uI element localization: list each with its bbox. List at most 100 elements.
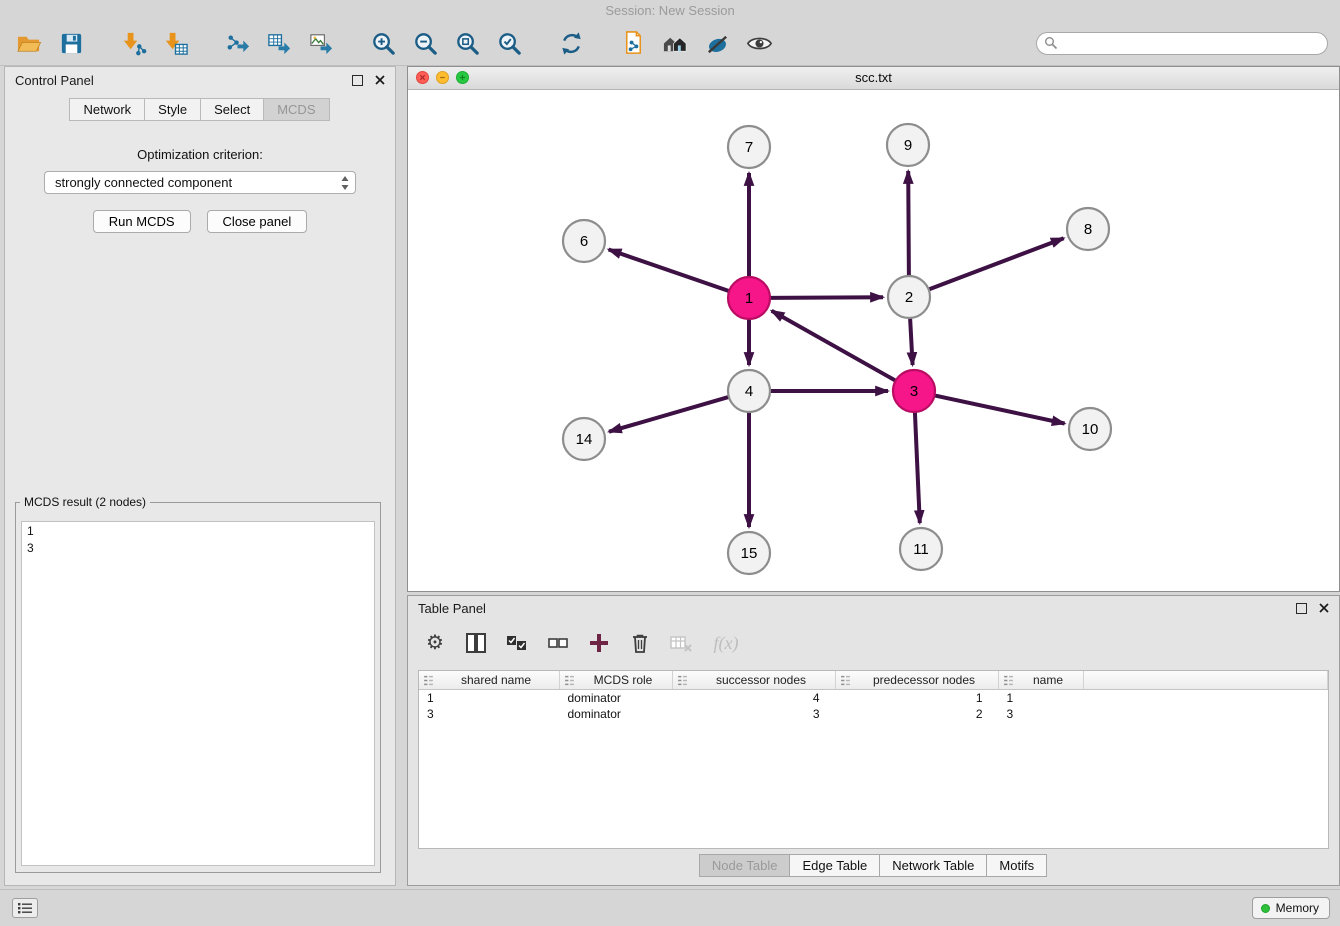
export-group — [220, 27, 338, 61]
column-header-filler — [1084, 671, 1328, 690]
show-graphics-details-button[interactable] — [742, 27, 776, 61]
run-mcds-button[interactable]: Run MCDS — [93, 210, 191, 233]
graph-edge-1-6[interactable] — [609, 250, 730, 292]
table-cell[interactable]: dominator — [560, 690, 673, 707]
graph-edge-4-14[interactable] — [609, 397, 729, 432]
annotations-button[interactable] — [700, 27, 734, 61]
table-cell[interactable]: 1 — [419, 690, 560, 707]
column-header-MCDS-role[interactable]: MCDS role — [560, 671, 673, 690]
import-network-button[interactable] — [116, 27, 150, 61]
delete-column-button[interactable] — [627, 630, 653, 656]
refresh-layout-button[interactable] — [554, 27, 588, 61]
column-header-predecessor-nodes[interactable]: predecessor nodes — [836, 671, 999, 690]
clear-selection-button[interactable] — [545, 630, 571, 656]
graph-node-15[interactable]: 15 — [728, 532, 770, 574]
graph-edge-3-11[interactable] — [915, 412, 920, 523]
graph-edge-3-1[interactable] — [772, 311, 896, 381]
graph-node-1[interactable]: 1 — [728, 277, 770, 319]
mcds-result-text[interactable]: 1 3 — [21, 521, 375, 866]
delete-table-button[interactable] — [668, 630, 694, 656]
close-table-panel-icon[interactable] — [1319, 603, 1329, 613]
share-document-button[interactable] — [616, 27, 650, 61]
column-header-shared-name[interactable]: shared name — [419, 671, 560, 690]
graph-node-7[interactable]: 7 — [728, 126, 770, 168]
gear-icon: ⚙ — [426, 631, 444, 655]
tab-style[interactable]: Style — [144, 98, 201, 121]
column-header-successor-nodes[interactable]: successor nodes — [673, 671, 836, 690]
graph-edge-2-3[interactable] — [910, 318, 913, 365]
maximize-window-button[interactable] — [456, 71, 469, 84]
table-cell[interactable]: 1 — [999, 690, 1084, 707]
table-row[interactable]: 3dominator323 — [419, 706, 1328, 722]
save-session-button[interactable] — [54, 27, 88, 61]
zoom-in-icon — [370, 30, 397, 57]
memory-button[interactable]: Memory — [1252, 897, 1330, 919]
graph-node-4[interactable]: 4 — [728, 370, 770, 412]
graph-node-3[interactable]: 3 — [893, 370, 935, 412]
graph-node-14[interactable]: 14 — [563, 418, 605, 460]
node-label: 9 — [904, 137, 912, 154]
search-input[interactable] — [1036, 32, 1328, 55]
zoom-group — [366, 27, 526, 61]
close-panel-button[interactable]: Close panel — [207, 210, 308, 233]
open-file-button[interactable] — [12, 27, 46, 61]
graph-node-10[interactable]: 10 — [1069, 408, 1111, 450]
graph-node-2[interactable]: 2 — [888, 276, 930, 318]
tab-mcds[interactable]: MCDS — [263, 98, 329, 121]
float-table-panel-icon[interactable] — [1296, 603, 1307, 614]
float-panel-icon[interactable] — [352, 75, 363, 86]
close-window-button[interactable] — [416, 71, 429, 84]
table-cell-filler — [1084, 706, 1328, 722]
table-cell[interactable]: 3 — [999, 706, 1084, 722]
zoom-fit-button[interactable] — [450, 27, 484, 61]
tab-node-table[interactable]: Node Table — [699, 854, 791, 877]
show-columns-button[interactable] — [463, 630, 489, 656]
node-label: 14 — [576, 431, 593, 448]
zoom-selected-icon — [496, 30, 523, 57]
control-panel-header: Control Panel — [5, 67, 395, 93]
node-label: 1 — [745, 290, 753, 307]
column-header-name[interactable]: name — [999, 671, 1084, 690]
graph-edge-1-2[interactable] — [770, 297, 883, 298]
add-column-button[interactable] — [586, 630, 612, 656]
export-table-button[interactable] — [262, 27, 296, 61]
zoom-selected-button[interactable] — [492, 27, 526, 61]
close-panel-icon[interactable] — [375, 75, 385, 85]
graph-node-6[interactable]: 6 — [563, 220, 605, 262]
first-neighbors-button[interactable] — [658, 27, 692, 61]
tab-network-table[interactable]: Network Table — [879, 854, 987, 877]
export-network-button[interactable] — [220, 27, 254, 61]
table-toolbar: ⚙ — [422, 622, 743, 664]
task-history-button[interactable] — [12, 898, 38, 918]
table-row[interactable]: 1dominator411 — [419, 690, 1328, 707]
graph-node-9[interactable]: 9 — [887, 124, 929, 166]
graph-edge-2-9[interactable] — [908, 171, 909, 276]
graph-node-11[interactable]: 11 — [900, 528, 942, 570]
import-table-button[interactable] — [158, 27, 192, 61]
table-cell[interactable]: 3 — [673, 706, 836, 722]
tab-select[interactable]: Select — [200, 98, 264, 121]
zoom-out-button[interactable] — [408, 27, 442, 61]
mcds-result-box: MCDS result (2 nodes) 1 3 — [15, 495, 381, 873]
tab-edge-table[interactable]: Edge Table — [789, 854, 880, 877]
export-image-button[interactable] — [304, 27, 338, 61]
tab-motifs[interactable]: Motifs — [986, 854, 1047, 877]
tab-network[interactable]: Network — [69, 98, 145, 121]
network-canvas[interactable]: 7 9 6 8 1 2 4 3 14 10 15 11 — [408, 89, 1339, 591]
graph-edge-3-10[interactable] — [935, 395, 1065, 423]
table-cell[interactable]: 2 — [836, 706, 999, 722]
table-cell[interactable]: 1 — [836, 690, 999, 707]
optimization-select[interactable]: strongly connected component — [44, 171, 356, 194]
table-cell[interactable]: 4 — [673, 690, 836, 707]
graph-edge-2-8[interactable] — [929, 238, 1064, 289]
table-cell[interactable]: 3 — [419, 706, 560, 722]
minimize-window-button[interactable] — [436, 71, 449, 84]
select-all-rows-button[interactable] — [504, 630, 530, 656]
table-cell-filler — [1084, 690, 1328, 707]
table-tabs: Node Table Edge Table Network Table Moti… — [408, 854, 1339, 877]
table-cell[interactable]: dominator — [560, 706, 673, 722]
graph-node-8[interactable]: 8 — [1067, 208, 1109, 250]
function-builder-button[interactable]: f(x) — [709, 630, 743, 656]
table-settings-button[interactable]: ⚙ — [422, 630, 448, 656]
zoom-in-button[interactable] — [366, 27, 400, 61]
